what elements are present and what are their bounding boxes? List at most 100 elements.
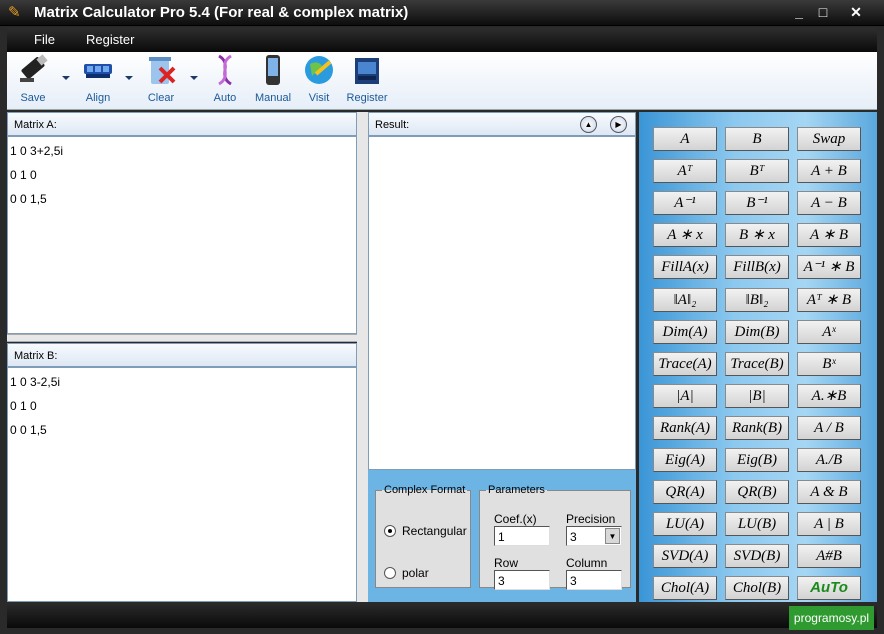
matrix-a-row: 0 0 1,5 [10,192,47,206]
status-bar [7,604,877,628]
close-button[interactable]: ✕ [845,3,867,21]
result-header: Result: ▲ ▶ [368,112,636,136]
align-button[interactable]: Align [79,54,117,108]
op-button[interactable]: B ∗ x [725,223,789,248]
align-icon [84,64,112,78]
minimize-button[interactable]: _ [788,3,810,21]
op-button[interactable]: Rank(A) [653,415,717,440]
op-button[interactable]: Bᵀ [725,159,789,184]
op-button[interactable]: A.∗B [797,383,861,408]
manual-button[interactable]: Manual [252,54,294,108]
menu-register[interactable]: Register [86,32,134,47]
op-button[interactable]: A⁻¹ [653,191,717,216]
op-button[interactable]: ‖B‖₂ [725,287,789,312]
op-button[interactable]: Chol(A) [653,576,717,601]
op-button[interactable]: Bˣ [797,351,861,376]
op-button[interactable]: Eig(A) [653,448,717,472]
op-button[interactable]: Aˣ [797,319,861,344]
matrix-a-header: Matrix A: [7,112,357,136]
op-button[interactable]: QR(B) [725,480,789,505]
save-dropdown-arrow[interactable] [62,76,70,80]
op-button[interactable]: Aᵀ ∗ B [797,287,861,312]
menu-file[interactable]: File [34,32,55,47]
maximize-button[interactable]: □ [812,3,834,21]
register-button[interactable]: Register [344,54,390,108]
op-button[interactable]: ‖A‖₂ [653,287,717,312]
op-button[interactable]: B [725,127,789,151]
op-button[interactable]: Aᵀ [653,159,717,184]
matrix-a-input[interactable]: 1 0 3+2,5i 0 1 0 0 0 1,5 [7,136,357,334]
op-button[interactable]: A ∗ x [653,223,717,248]
chevron-down-icon[interactable]: ▼ [605,528,620,544]
radio-checked-icon [384,525,396,537]
coef-value: 1 [498,530,505,544]
op-button[interactable]: QR(A) [653,480,717,505]
register-box-icon [355,58,379,84]
scroll-right-button[interactable]: ▶ [610,116,627,133]
rectangular-radio[interactable]: Rectangular [384,524,467,538]
parameters-group: Parameters Coef.(x) 1 Precision 3 ▼ Row … [479,484,631,590]
clear-bin-icon [149,57,176,84]
op-button[interactable]: A ∗ B [797,223,861,248]
result-output[interactable] [368,136,636,470]
precision-select[interactable]: 3 ▼ [566,526,622,546]
toolbar: Save Align Clear Auto Manual Visit Regis… [7,52,877,110]
rectangular-label: Rectangular [402,524,467,538]
op-button[interactable]: SVD(B) [725,544,789,569]
auto-button[interactable]: Auto [208,54,242,108]
panel-splitter[interactable] [7,334,357,342]
op-button[interactable]: A − B [797,191,861,216]
op-button[interactable]: A / B [797,415,861,440]
op-button[interactable]: Rank(B) [725,415,789,440]
brand-badge: programosy.pl [789,606,874,630]
row-input[interactable]: 3 [494,570,550,590]
complex-format-legend: Complex Format [384,484,466,496]
op-button[interactable]: |B| [725,383,789,408]
op-button[interactable]: Trace(A) [653,351,717,376]
op-button[interactable]: LU(A) [653,512,717,537]
visit-button[interactable]: Visit [302,54,336,108]
column-input[interactable]: 3 [566,570,622,590]
column-value: 3 [570,574,577,588]
op-button[interactable]: AuTo [797,576,861,601]
op-button[interactable]: Chol(B) [725,576,789,601]
op-button[interactable]: Dim(B) [725,319,789,344]
save-button[interactable]: Save [13,54,53,108]
op-button[interactable]: A [653,127,717,151]
manual-label: Manual [254,92,292,104]
op-button[interactable]: SVD(A) [653,544,717,569]
polar-radio[interactable]: polar [384,566,429,580]
op-button[interactable]: FillA(x) [653,255,717,280]
op-button[interactable]: A#B [797,544,861,569]
matrix-b-input[interactable]: 1 0 3-2,5i 0 1 0 0 0 1,5 [7,367,357,602]
clear-dropdown-arrow[interactable] [190,76,198,80]
menu-bar: File Register [7,28,877,52]
polar-label: polar [402,566,429,580]
op-button[interactable]: Eig(B) [725,448,789,472]
scroll-up-button[interactable]: ▲ [580,116,597,133]
op-button[interactable]: Trace(B) [725,351,789,376]
complex-format-group: Complex Format Rectangular polar [375,484,471,588]
op-button[interactable]: Swap [797,127,861,151]
clear-button[interactable]: Clear [143,54,179,108]
op-button[interactable]: A⁻¹ ∗ B [797,255,861,280]
op-button[interactable]: A & B [797,480,861,505]
row-label: Row [494,556,519,570]
op-button[interactable]: |A| [653,383,717,408]
usb-drive-icon [20,54,48,82]
op-button[interactable]: FillB(x) [725,255,789,280]
op-button[interactable]: LU(B) [725,512,789,537]
align-dropdown-arrow[interactable] [125,76,133,80]
coef-input[interactable]: 1 [494,526,550,546]
op-button[interactable]: A./B [797,448,861,472]
matrix-b-row: 0 0 1,5 [10,423,47,437]
op-button[interactable]: A | B [797,512,861,537]
op-button[interactable]: A + B [797,159,861,184]
visit-label: Visit [308,92,330,104]
precision-label: Precision [566,512,616,526]
vertical-splitter[interactable] [357,112,368,602]
matrix-a-row: 1 0 3+2,5i [10,144,64,158]
op-button[interactable]: Dim(A) [653,319,717,344]
matrix-b-label: Matrix B: [14,350,58,362]
op-button[interactable]: B⁻¹ [725,191,789,216]
